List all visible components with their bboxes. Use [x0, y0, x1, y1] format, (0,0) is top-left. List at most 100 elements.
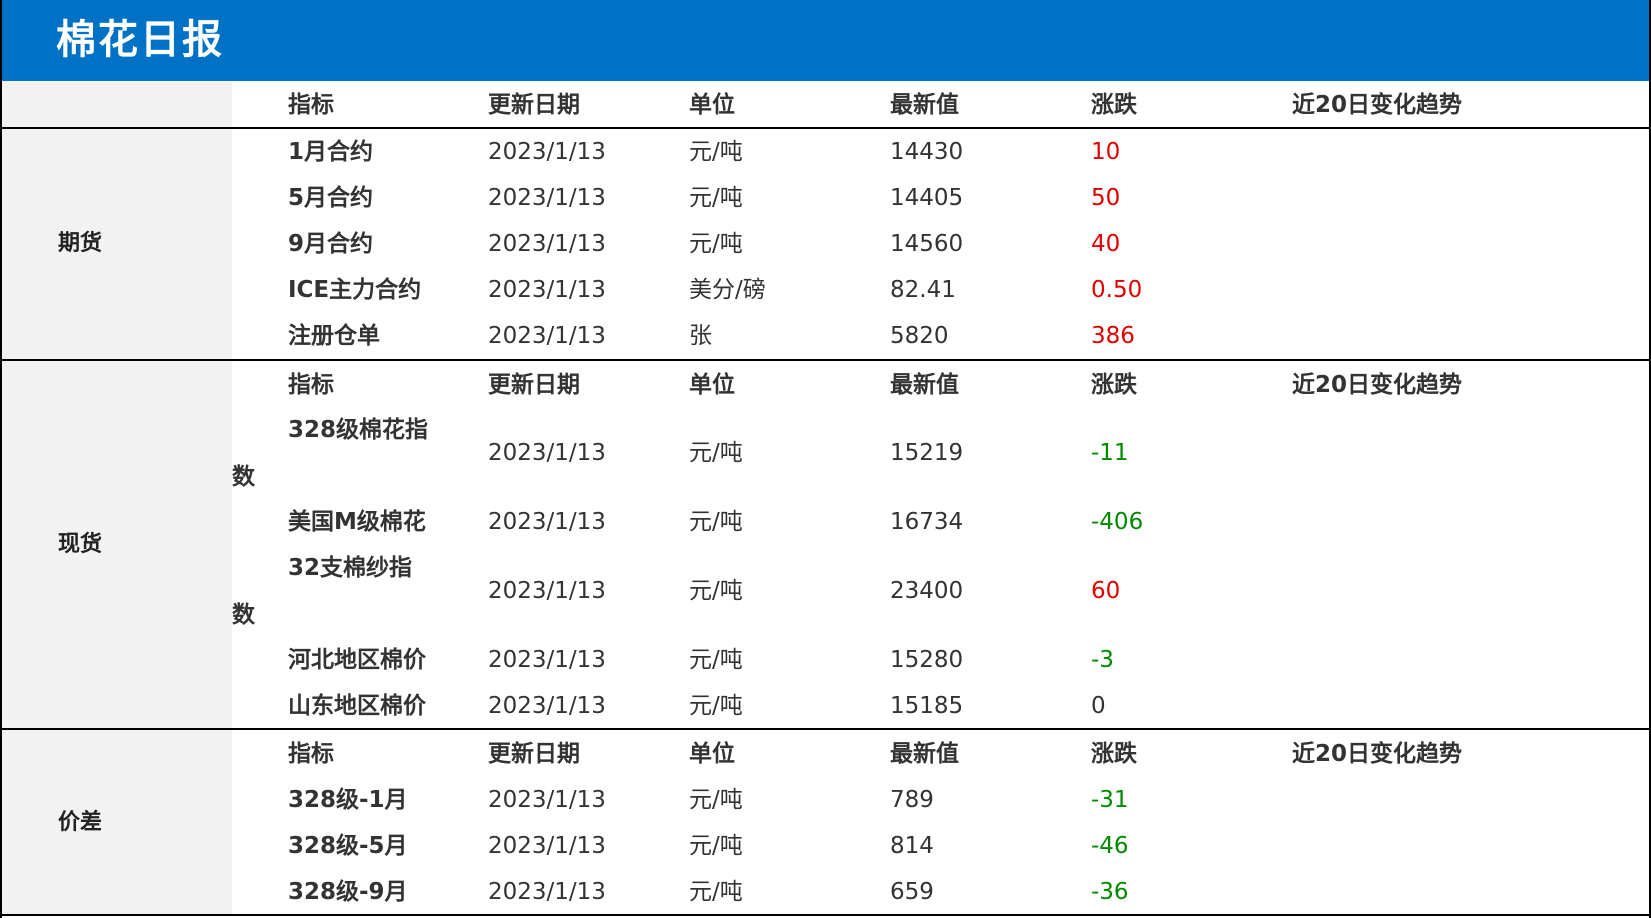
row-unit: 元/吨 — [689, 787, 743, 813]
divider — [0, 728, 1651, 730]
column-header-unit: 单位 — [689, 741, 735, 767]
row-value: 82.41 — [890, 277, 956, 303]
row-name: 328级-5月 — [288, 833, 408, 859]
row-name-wrap: 数 — [232, 464, 255, 490]
column-header-trend: 近20日变化趋势 — [1292, 372, 1463, 398]
row-value: 15280 — [890, 647, 964, 673]
row-change: -11 — [1091, 440, 1129, 466]
row-change: -31 — [1091, 787, 1129, 813]
row-change: -406 — [1091, 509, 1144, 535]
row-unit: 美分/磅 — [689, 277, 766, 303]
row-unit: 张 — [689, 323, 712, 349]
row-value: 16734 — [890, 509, 964, 535]
category-cell-spot: 现货 — [2, 361, 232, 729]
row-name: 328级-1月 — [288, 787, 408, 813]
category-label: 期货 — [58, 231, 103, 256]
row-change: 0 — [1091, 693, 1106, 719]
row-name: 美国M级棉花 — [288, 509, 426, 535]
row-value: 15219 — [890, 440, 964, 466]
header-corner-cell — [2, 81, 232, 128]
row-date: 2023/1/13 — [488, 323, 606, 349]
row-unit: 元/吨 — [689, 833, 743, 859]
row-name: 注册仓单 — [288, 323, 380, 349]
row-change: -36 — [1091, 879, 1129, 905]
row-change: 40 — [1091, 231, 1121, 257]
row-date: 2023/1/13 — [488, 833, 606, 859]
row-unit: 元/吨 — [689, 578, 743, 604]
column-header-indicator: 指标 — [288, 372, 334, 398]
row-date: 2023/1/13 — [488, 647, 606, 673]
row-date: 2023/1/13 — [488, 185, 606, 211]
column-header-change: 涨跌 — [1091, 741, 1137, 767]
row-date: 2023/1/13 — [488, 509, 606, 535]
divider — [0, 914, 1651, 916]
divider — [0, 127, 1651, 129]
row-value: 14560 — [890, 231, 964, 257]
row-change: 60 — [1091, 578, 1121, 604]
row-unit: 元/吨 — [689, 139, 743, 165]
row-unit: 元/吨 — [689, 693, 743, 719]
row-date: 2023/1/13 — [488, 139, 606, 165]
row-unit: 元/吨 — [689, 509, 743, 535]
row-value: 814 — [890, 833, 934, 859]
row-date: 2023/1/13 — [488, 231, 606, 257]
column-header-latest: 最新值 — [890, 92, 959, 118]
column-header-change: 涨跌 — [1091, 92, 1137, 118]
row-date: 2023/1/13 — [488, 879, 606, 905]
column-header-latest: 最新值 — [890, 741, 959, 767]
row-name: 1月合约 — [288, 139, 374, 165]
row-value: 789 — [890, 787, 934, 813]
column-header-unit: 单位 — [689, 92, 735, 118]
row-change: 10 — [1091, 139, 1121, 165]
row-name: 328级棉花指 — [288, 417, 429, 443]
report-title: 棉花日报 — [56, 17, 224, 63]
column-header-latest: 最新值 — [890, 372, 959, 398]
category-cell-spread: 价差 — [2, 730, 232, 916]
row-value: 15185 — [890, 693, 964, 719]
row-date: 2023/1/13 — [488, 578, 606, 604]
row-unit: 元/吨 — [689, 879, 743, 905]
category-cell-futures: 期货 — [2, 129, 232, 360]
row-change: 50 — [1091, 185, 1121, 211]
cotton-daily-report: 棉花日报 期货 现货 价差 指标 更新日期 单位 最新值 涨跌 近20日变化趋势… — [0, 0, 1651, 918]
row-unit: 元/吨 — [689, 440, 743, 466]
row-date: 2023/1/13 — [488, 693, 606, 719]
row-name: 32支棉纱指 — [288, 555, 413, 581]
row-unit: 元/吨 — [689, 231, 743, 257]
category-label: 价差 — [58, 810, 103, 835]
column-header-date: 更新日期 — [488, 92, 580, 118]
row-name: ICE主力合约 — [288, 277, 422, 303]
row-value: 5820 — [890, 323, 949, 349]
column-header-trend: 近20日变化趋势 — [1292, 741, 1463, 767]
row-value: 14405 — [890, 185, 964, 211]
column-header-change: 涨跌 — [1091, 372, 1137, 398]
row-change: 386 — [1091, 323, 1135, 349]
category-label: 现货 — [58, 532, 103, 557]
row-change: -46 — [1091, 833, 1129, 859]
column-header-date: 更新日期 — [488, 741, 580, 767]
column-header-trend: 近20日变化趋势 — [1292, 92, 1463, 118]
row-name: 5月合约 — [288, 185, 374, 211]
column-header-date: 更新日期 — [488, 372, 580, 398]
row-name: 山东地区棉价 — [288, 693, 426, 719]
row-date: 2023/1/13 — [488, 787, 606, 813]
row-unit: 元/吨 — [689, 185, 743, 211]
row-change: 0.50 — [1091, 277, 1143, 303]
divider — [0, 0, 2, 918]
row-name-wrap: 数 — [232, 602, 255, 628]
divider — [0, 359, 1651, 361]
row-value: 23400 — [890, 578, 964, 604]
row-name: 9月合约 — [288, 231, 374, 257]
row-value: 659 — [890, 879, 934, 905]
row-change: -3 — [1091, 647, 1114, 673]
column-header-indicator: 指标 — [288, 92, 334, 118]
row-value: 14430 — [890, 139, 964, 165]
row-date: 2023/1/13 — [488, 277, 606, 303]
row-name: 河北地区棉价 — [288, 647, 426, 673]
report-header: 棉花日报 — [0, 0, 1651, 81]
column-header-unit: 单位 — [689, 372, 735, 398]
row-date: 2023/1/13 — [488, 440, 606, 466]
column-header-indicator: 指标 — [288, 741, 334, 767]
row-name: 328级-9月 — [288, 879, 408, 905]
row-unit: 元/吨 — [689, 647, 743, 673]
